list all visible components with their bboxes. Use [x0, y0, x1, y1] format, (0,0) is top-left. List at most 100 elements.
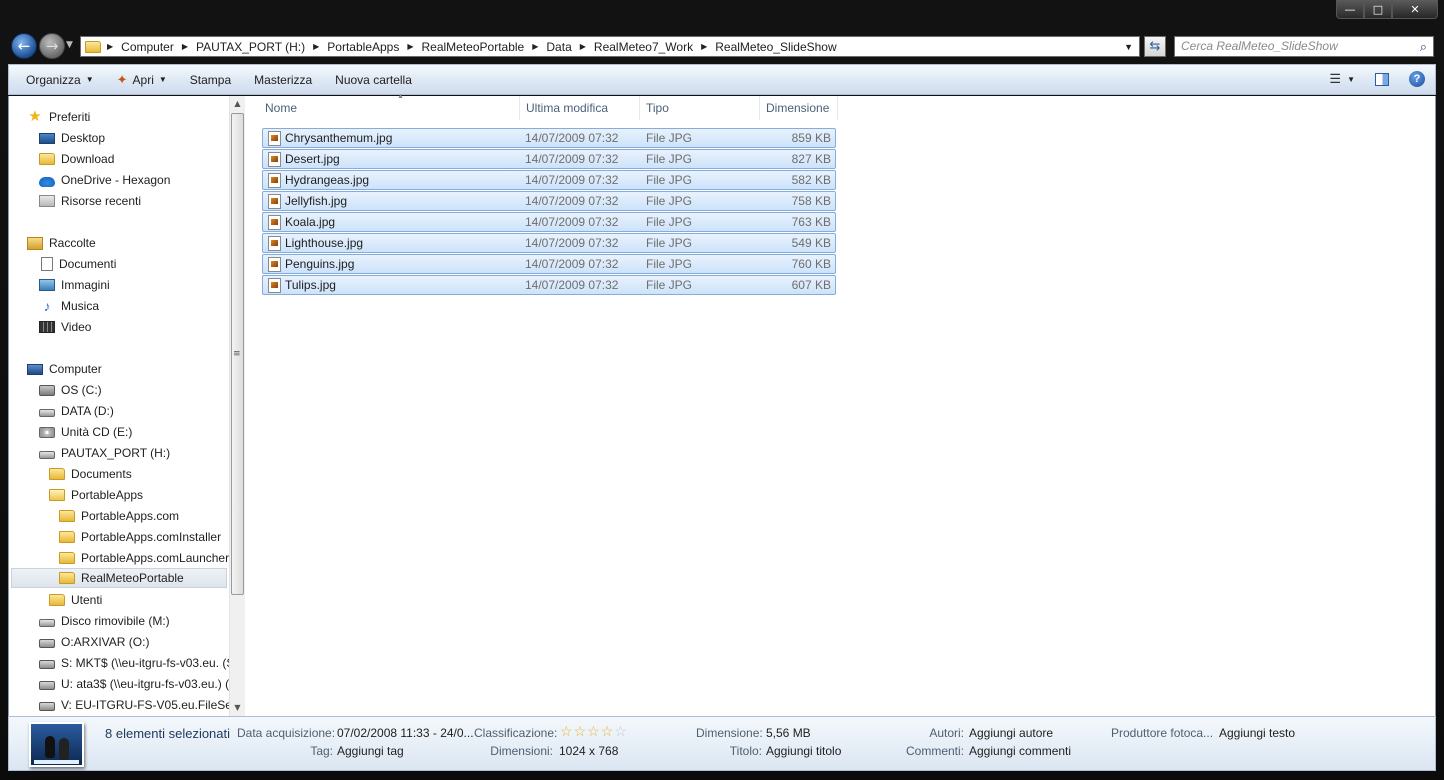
new-folder-button[interactable]: Nuova cartella	[335, 73, 412, 87]
star-empty-icon[interactable]: ☆	[614, 723, 628, 739]
scroll-up-arrow-icon[interactable]: ▲	[230, 96, 245, 111]
nav-label: Utenti	[71, 593, 103, 607]
file-row[interactable]: Jellyfish.jpg 14/07/2009 07:32 File JPG 758…	[262, 191, 836, 211]
tag-value[interactable]: Aggiungi tag	[337, 744, 404, 758]
nav-item-documents[interactable]: Documenti	[39, 254, 116, 274]
folder-icon	[85, 40, 101, 53]
breadcrumb-realmeteoportable[interactable]: RealMeteoPortable	[422, 40, 525, 54]
star-filled-icon[interactable]: ☆	[587, 723, 601, 739]
nav-item-h-portableapps[interactable]: PortableApps	[49, 485, 143, 505]
file-list: Nome ▲ Ultima modifica Tipo Dimensione Ch…	[247, 93, 1437, 716]
star-filled-icon[interactable]: ☆	[560, 723, 574, 739]
breadcrumb-data[interactable]: Data	[546, 40, 571, 54]
column-header-type[interactable]: Tipo	[640, 96, 760, 120]
date-acquired-value[interactable]: 07/02/2008 11:33 - 24/0...	[337, 726, 474, 740]
chevron-right-icon[interactable]: ▶	[313, 42, 319, 51]
removable-drive-icon	[39, 619, 55, 627]
chevron-right-icon[interactable]: ▶	[107, 42, 113, 51]
chevron-down-icon[interactable]: ▼	[1124, 42, 1133, 52]
nav-item-drive-u[interactable]: U: ata3$ (\\eu-itgru-fs-v03.eu.) (	[39, 674, 229, 694]
date-acquired-label: Data acquisizione:	[237, 726, 336, 740]
nav-item-favorites[interactable]: ★ Preferiti	[27, 107, 90, 127]
nav-item-realmeteoportable[interactable]: RealMeteoPortable	[11, 568, 227, 588]
nav-item-h-documents[interactable]: Documents	[49, 464, 132, 484]
nav-item-drive-o[interactable]: O:ARXIVAR (O:)	[39, 632, 149, 652]
scroll-down-arrow-icon[interactable]: ▼	[230, 700, 245, 715]
file-row[interactable]: Chrysanthemum.jpg 14/07/2009 07:32 File JP…	[262, 128, 836, 148]
open-button[interactable]: ✦ Apri ▼	[117, 72, 167, 88]
recent-places-icon	[39, 195, 55, 207]
camera-maker-value[interactable]: Aggiungi testo	[1219, 726, 1295, 740]
nav-item-h-utenti[interactable]: Utenti	[49, 590, 102, 610]
nav-item-drive-s[interactable]: S: MKT$ (\\eu-itgru-fs-v03.eu. (S	[39, 653, 229, 673]
nav-item-images[interactable]: Immagini	[39, 275, 110, 295]
file-row[interactable]: Desert.jpg 14/07/2009 07:32 File JPG 827 KB	[262, 149, 836, 169]
comments-value[interactable]: Aggiungi commenti	[969, 744, 1071, 758]
title-label: Titolo:	[729, 744, 762, 758]
breadcrumb-realmeteo-slideshow[interactable]: RealMeteo_SlideShow	[715, 40, 836, 54]
chevron-right-icon[interactable]: ▶	[182, 42, 188, 51]
nav-item-libraries[interactable]: Raccolte	[27, 233, 96, 253]
chevron-right-icon[interactable]: ▶	[580, 42, 586, 51]
preview-pane-icon[interactable]	[1375, 72, 1389, 86]
authors-value[interactable]: Aggiungi autore	[969, 726, 1053, 740]
nav-item-music[interactable]: ♪ Musica	[39, 296, 100, 316]
chevron-right-icon[interactable]: ▶	[532, 42, 538, 51]
rating-stars[interactable]: ☆☆☆☆☆	[560, 723, 628, 740]
file-type: File JPG	[646, 173, 693, 187]
print-button[interactable]: Stampa	[190, 73, 231, 87]
nav-item-video[interactable]: Video	[39, 317, 91, 337]
navigation-scrollbar[interactable]: ▲ ≡ ▼	[229, 96, 245, 716]
file-row[interactable]: Hydrangeas.jpg 14/07/2009 07:32 File JPG 58…	[262, 170, 836, 190]
size-label: Dimensione:	[696, 726, 763, 740]
file-row[interactable]: Penguins.jpg 14/07/2009 07:32 File JPG 760 …	[262, 254, 836, 274]
nav-item-pa-installer[interactable]: PortableApps.comInstaller	[59, 527, 221, 547]
title-value[interactable]: Aggiungi titolo	[766, 744, 841, 758]
nav-item-desktop[interactable]: Desktop	[39, 128, 105, 148]
address-bar[interactable]: ▶ Computer ▶ PAUTAX_PORT (H:) ▶ Portable…	[80, 36, 1140, 57]
column-header-size[interactable]: Dimensione	[760, 96, 838, 120]
nav-item-recent[interactable]: Risorse recenti	[39, 191, 141, 211]
file-row[interactable]: Lighthouse.jpg 14/07/2009 07:32 File JPG 54…	[262, 233, 836, 253]
column-header-modified[interactable]: Ultima modifica	[520, 96, 640, 120]
nav-item-drive-h[interactable]: PAUTAX_PORT (H:)	[39, 443, 170, 463]
windows-drive-icon	[39, 384, 55, 396]
chevron-right-icon[interactable]: ▶	[701, 42, 707, 51]
change-view-icon[interactable]: ☰	[1329, 71, 1341, 87]
back-button[interactable]: ←	[11, 33, 37, 59]
nav-item-drive-d[interactable]: DATA (D:)	[39, 401, 114, 421]
nav-item-drive-m[interactable]: Disco rimovibile (M:)	[39, 611, 170, 631]
search-input[interactable]: Cerca RealMeteo_SlideShow ⌕	[1174, 36, 1434, 57]
breadcrumb-portableapps[interactable]: PortableApps	[327, 40, 399, 54]
maximize-button[interactable]: □	[1364, 0, 1392, 19]
nav-item-computer[interactable]: Computer	[27, 359, 102, 379]
search-icon[interactable]: ⌕	[1420, 39, 1427, 55]
nav-item-pa-com[interactable]: PortableApps.com	[59, 506, 179, 526]
nav-item-drive-c[interactable]: OS (C:)	[39, 380, 102, 400]
column-header-name[interactable]: Nome ▲	[259, 93, 520, 120]
breadcrumb-pautax-port[interactable]: PAUTAX_PORT (H:)	[196, 40, 305, 54]
dimensions-value: 1024 x 768	[559, 744, 619, 758]
organize-button[interactable]: Organizza ▼	[26, 73, 94, 87]
nav-item-download[interactable]: Download	[39, 149, 114, 169]
star-filled-icon[interactable]: ☆	[574, 723, 588, 739]
help-icon[interactable]: ?	[1409, 71, 1425, 87]
close-button[interactable]: ✕	[1392, 0, 1438, 19]
breadcrumb-computer[interactable]: Computer	[121, 40, 174, 54]
arrow-right-icon: →	[45, 37, 59, 55]
breadcrumb-realmeteo7-work[interactable]: RealMeteo7_Work	[594, 40, 693, 54]
recent-pages-dropdown[interactable]: ▼	[66, 40, 73, 50]
nav-item-drive-e[interactable]: Unità CD (E:)	[39, 422, 132, 442]
star-filled-icon[interactable]: ☆	[601, 723, 615, 739]
burn-button[interactable]: Masterizza	[254, 73, 312, 87]
nav-item-drive-v[interactable]: V: EU-ITGRU-FS-V05.eu.FileServe	[39, 695, 229, 715]
forward-button[interactable]: →	[39, 33, 65, 59]
nav-item-onedrive[interactable]: OneDrive - Hexagon	[39, 170, 170, 190]
chevron-right-icon[interactable]: ▶	[407, 42, 413, 51]
refresh-button[interactable]: ⇆	[1144, 36, 1166, 57]
nav-item-pa-launcher[interactable]: PortableApps.comLauncher	[59, 548, 229, 568]
file-row[interactable]: Koala.jpg 14/07/2009 07:32 File JPG 763 KB	[262, 212, 836, 232]
view-dropdown-icon[interactable]: ▼	[1347, 75, 1355, 84]
minimize-button[interactable]: —	[1336, 0, 1364, 19]
file-row[interactable]: Tulips.jpg 14/07/2009 07:32 File JPG 607 KB	[262, 275, 836, 295]
